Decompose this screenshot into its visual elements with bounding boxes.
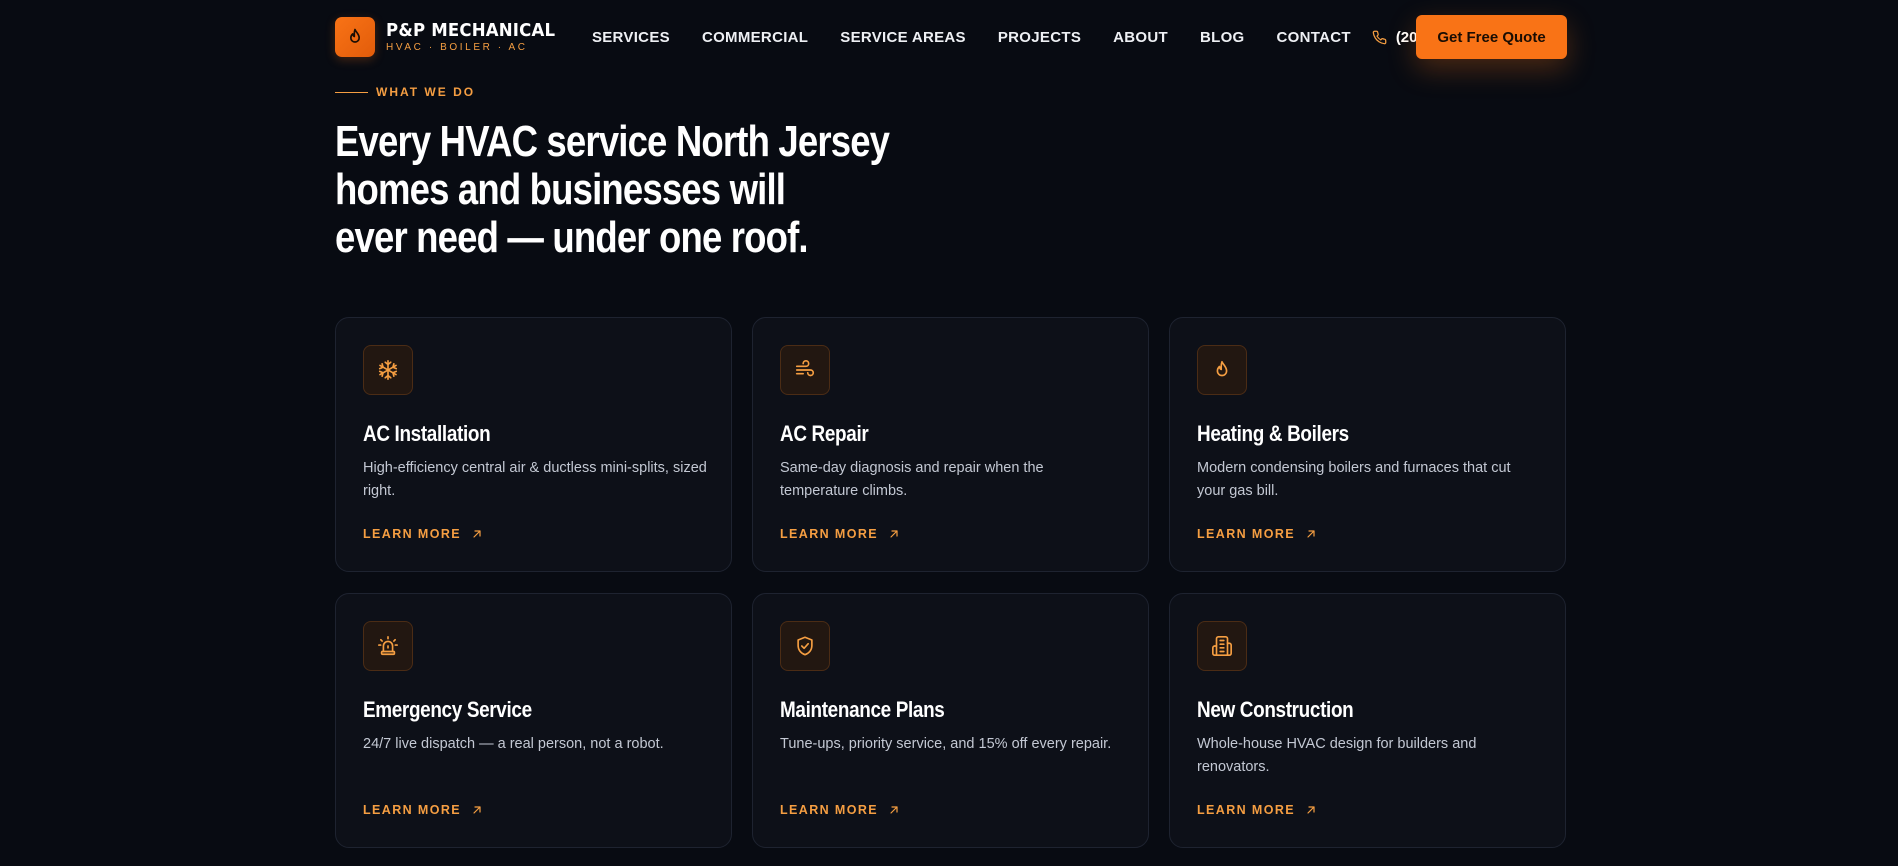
- arrow-up-right-icon: [471, 528, 483, 540]
- brand-name: P&P MECHANICAL: [386, 19, 556, 41]
- learn-more-link[interactable]: LEARN MORE: [1197, 527, 1317, 541]
- learn-more-label: LEARN MORE: [363, 803, 462, 817]
- headline-line: homes and businesses will: [335, 165, 786, 214]
- service-title: Emergency Service: [363, 697, 532, 722]
- nav-item-service-areas[interactable]: SERVICE AREAS: [840, 29, 966, 46]
- learn-more-label: LEARN MORE: [780, 803, 879, 817]
- arrow-up-right-icon: [888, 804, 900, 816]
- service-card-emergency-service[interactable]: Emergency Service 24/7 live dispatch — a…: [335, 593, 732, 848]
- learn-more-link[interactable]: LEARN MORE: [1197, 803, 1317, 817]
- phone-icon: [1372, 30, 1387, 45]
- learn-more-link[interactable]: LEARN MORE: [363, 803, 483, 817]
- service-card-new-construction[interactable]: New Construction Whole-house HVAC design…: [1169, 593, 1566, 848]
- headline-line: ever need — under one roof.: [335, 213, 809, 262]
- services-grid: AC Installation High-efficiency central …: [335, 317, 1567, 848]
- service-description: Whole-house HVAC design for builders and…: [1197, 736, 1477, 775]
- wind-icon: [780, 345, 830, 395]
- service-title: Heating & Boilers: [1197, 421, 1349, 446]
- service-title: AC Repair: [780, 421, 869, 446]
- nav-item-blog[interactable]: BLOG: [1200, 29, 1245, 46]
- nav-item-services[interactable]: SERVICES: [592, 29, 670, 46]
- eyebrow-label: WHAT WE DO: [376, 85, 476, 99]
- section-headline: Every HVAC service North Jersey homes an…: [335, 117, 890, 262]
- service-description: Modern condensing boilers and furnaces t…: [1197, 460, 1511, 499]
- nav-item-contact[interactable]: CONTACT: [1277, 29, 1351, 46]
- headline-line: Every HVAC service North Jersey: [335, 117, 890, 166]
- nav-item-commercial[interactable]: COMMERCIAL: [702, 29, 808, 46]
- service-card-heating-boilers[interactable]: Heating & Boilers Modern condensing boil…: [1169, 317, 1566, 572]
- learn-more-link[interactable]: LEARN MORE: [780, 527, 900, 541]
- service-description: High-efficiency central air & ductless m…: [363, 460, 707, 499]
- nav-item-about[interactable]: ABOUT: [1113, 29, 1168, 46]
- brand-tagline: HVAC · BOILER · AC: [386, 41, 528, 53]
- learn-more-link[interactable]: LEARN MORE: [363, 527, 483, 541]
- flame-icon: [1197, 345, 1247, 395]
- learn-more-label: LEARN MORE: [363, 527, 462, 541]
- learn-more-label: LEARN MORE: [1197, 527, 1296, 541]
- logo-link[interactable]: P&P MECHANICAL HVAC · BOILER · AC: [335, 17, 570, 57]
- get-free-quote-button[interactable]: Get Free Quote: [1416, 15, 1567, 59]
- siren-icon: [363, 621, 413, 671]
- page: P&P MECHANICAL HVAC · BOILER · AC SERVIC…: [0, 0, 1898, 866]
- service-title: AC Installation: [363, 421, 491, 446]
- shield-check-icon: [780, 621, 830, 671]
- learn-more-label: LEARN MORE: [780, 527, 879, 541]
- section-eyebrow: WHAT WE DO: [335, 85, 475, 99]
- service-card-maintenance-plans[interactable]: Maintenance Plans Tune-ups, priority ser…: [752, 593, 1149, 848]
- snowflake-icon: [363, 345, 413, 395]
- arrow-up-right-icon: [471, 804, 483, 816]
- logo-text: P&P MECHANICAL HVAC · BOILER · AC: [386, 19, 570, 54]
- service-description: Same-day diagnosis and repair when the t…: [780, 460, 1044, 499]
- service-description: Tune-ups, priority service, and 15% off …: [780, 736, 1112, 752]
- flame-icon: [335, 17, 375, 57]
- building-icon: [1197, 621, 1247, 671]
- arrow-up-right-icon: [888, 528, 900, 540]
- arrow-up-right-icon: [1305, 528, 1317, 540]
- service-card-ac-installation[interactable]: AC Installation High-efficiency central …: [335, 317, 732, 572]
- service-title: Maintenance Plans: [780, 697, 945, 722]
- arrow-up-right-icon: [1305, 804, 1317, 816]
- service-card-ac-repair[interactable]: AC Repair Same-day diagnosis and repair …: [752, 317, 1149, 572]
- learn-more-label: LEARN MORE: [1197, 803, 1296, 817]
- site-header: P&P MECHANICAL HVAC · BOILER · AC SERVIC…: [335, 15, 1567, 59]
- service-description: 24/7 live dispatch — a real person, not …: [363, 736, 664, 752]
- learn-more-link[interactable]: LEARN MORE: [780, 803, 900, 817]
- nav-item-projects[interactable]: PROJECTS: [998, 29, 1081, 46]
- main-nav: SERVICES COMMERCIAL SERVICE AREAS PROJEC…: [592, 29, 1351, 46]
- eyebrow-divider: [335, 91, 368, 93]
- service-title: New Construction: [1197, 697, 1354, 722]
